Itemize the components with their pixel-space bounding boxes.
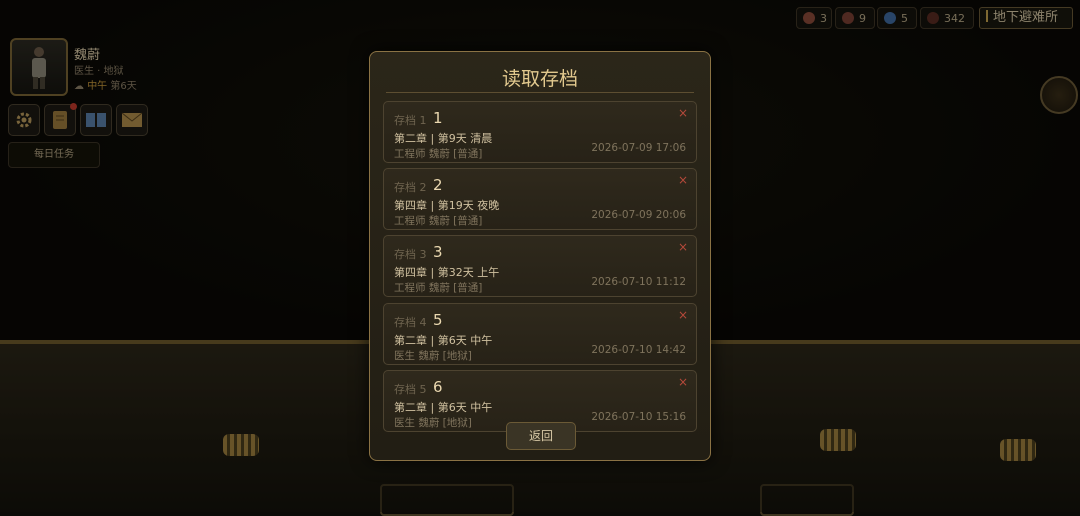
save-info: 工程师 魏蔚 [普通]: [394, 215, 483, 227]
save-chapter: 第四章 | 第19天 夜晚: [394, 199, 500, 212]
save-info: 医生 魏蔚 [地狱]: [394, 350, 472, 362]
save-date: 2026-07-09 20:06: [591, 209, 686, 221]
delete-icon[interactable]: ×: [678, 375, 688, 389]
save-slot[interactable]: 存档 3 3 第四章 | 第32天 上午 工程师 魏蔚 [普通] 2026-07…: [383, 235, 697, 297]
save-info: 医生 魏蔚 [地狱]: [394, 417, 472, 429]
save-name: 1: [433, 109, 443, 127]
save-slot[interactable]: 存档 4 5 第二章 | 第6天 中午 医生 魏蔚 [地狱] 2026-07-1…: [383, 303, 697, 365]
slot-label: 存档 2: [394, 181, 427, 194]
save-date: 2026-07-10 11:12: [591, 276, 686, 288]
save-date: 2026-07-09 17:06: [591, 142, 686, 154]
title-divider: [386, 92, 694, 93]
save-slot[interactable]: 存档 1 1 第二章 | 第9天 清晨 工程师 魏蔚 [普通] 2026-07-…: [383, 101, 697, 163]
save-date: 2026-07-10 15:16: [591, 411, 686, 423]
delete-icon[interactable]: ×: [678, 106, 688, 120]
save-chapter: 第二章 | 第9天 清晨: [394, 132, 493, 145]
save-info: 工程师 魏蔚 [普通]: [394, 148, 483, 160]
save-info: 工程师 魏蔚 [普通]: [394, 282, 483, 294]
dialog-title: 读取存档: [501, 68, 578, 90]
save-name: 3: [433, 243, 443, 261]
slot-label: 存档 4: [394, 316, 427, 329]
save-chapter: 第二章 | 第6天 中午: [394, 401, 493, 414]
save-chapter: 第四章 | 第32天 上午: [394, 266, 500, 279]
slot-label: 存档 5: [394, 383, 427, 396]
delete-icon[interactable]: ×: [678, 173, 688, 187]
delete-icon[interactable]: ×: [678, 308, 688, 322]
save-date: 2026-07-10 14:42: [591, 344, 686, 356]
delete-icon[interactable]: ×: [678, 240, 688, 254]
save-chapter: 第二章 | 第6天 中午: [394, 334, 493, 347]
load-save-dialog: 读取存档 存档 1 1 第二章 | 第9天 清晨 工程师 魏蔚 [普通] 202…: [369, 51, 711, 461]
back-button[interactable]: 返回: [506, 422, 576, 450]
slot-label: 存档 3: [394, 248, 427, 261]
save-slot[interactable]: 存档 2 2 第四章 | 第19天 夜晚 工程师 魏蔚 [普通] 2026-07…: [383, 168, 697, 230]
save-name: 5: [433, 311, 443, 329]
save-name: 6: [433, 378, 443, 396]
save-name: 2: [433, 176, 443, 194]
slot-label: 存档 1: [394, 114, 427, 127]
